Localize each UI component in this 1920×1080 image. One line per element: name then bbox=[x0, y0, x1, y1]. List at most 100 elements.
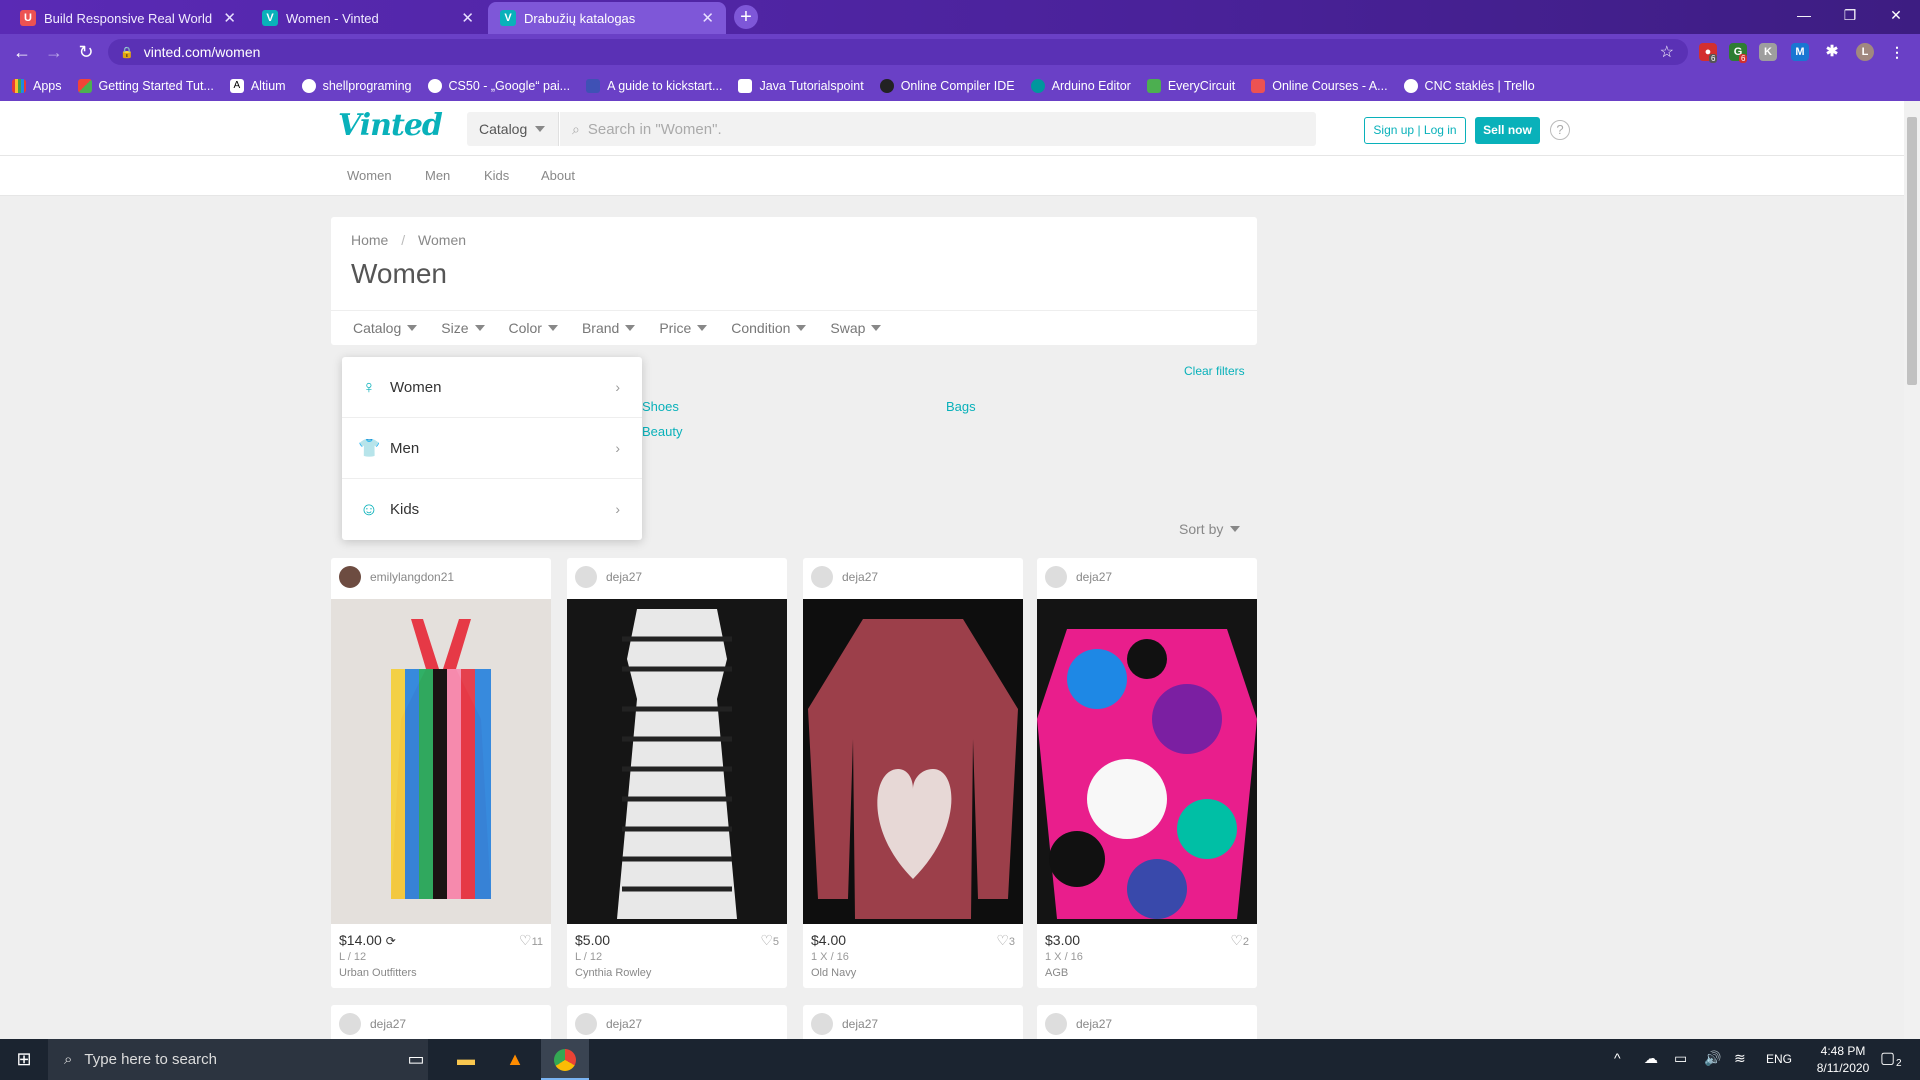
search-input[interactable]: ⌕ Search in "Women". bbox=[560, 112, 1316, 146]
forward-icon[interactable]: → bbox=[42, 40, 66, 64]
sort-by-dropdown[interactable]: Sort by bbox=[1179, 521, 1241, 537]
bookmark-apps[interactable]: Apps bbox=[12, 78, 62, 93]
profile-avatar[interactable]: L bbox=[1856, 43, 1874, 61]
category-link-beauty[interactable]: Beauty bbox=[642, 424, 682, 439]
vlc-icon[interactable]: ▲ bbox=[491, 1039, 539, 1080]
google-icon bbox=[427, 78, 442, 93]
file-explorer-icon[interactable]: ▬ bbox=[442, 1039, 490, 1080]
catalog-select[interactable]: Catalog bbox=[467, 112, 559, 146]
onedrive-icon[interactable]: ☁ bbox=[1644, 1050, 1658, 1067]
category-link-bags[interactable]: Bags bbox=[946, 399, 976, 414]
bookmark-item[interactable]: EveryCircuit bbox=[1146, 78, 1235, 93]
product-image[interactable] bbox=[567, 599, 787, 924]
favorite-button[interactable]: ♡5 bbox=[760, 932, 779, 949]
filter-size[interactable]: Size bbox=[441, 320, 485, 336]
bookmark-item[interactable]: CS50 - „Google“ pai... bbox=[427, 78, 570, 93]
dropdown-item-women[interactable]: ♀ Women › bbox=[342, 357, 642, 417]
dropdown-item-kids[interactable]: ☺ Kids › bbox=[342, 479, 642, 539]
bookmark-item[interactable]: Arduino Editor bbox=[1030, 78, 1131, 93]
category-link-shoes[interactable]: Shoes bbox=[642, 399, 679, 414]
product-user[interactable]: deja27 bbox=[339, 1013, 406, 1035]
notification-icon[interactable]: ▢ bbox=[1880, 1048, 1895, 1068]
close-window-button[interactable]: ✕ bbox=[1873, 0, 1919, 30]
reload-icon[interactable]: ↻ bbox=[74, 40, 98, 64]
menu-icon[interactable]: ⋮ bbox=[1888, 43, 1906, 61]
bookmark-item[interactable]: shellprograming bbox=[301, 78, 412, 93]
avatar bbox=[1045, 566, 1067, 588]
product-user[interactable]: deja27 bbox=[575, 566, 642, 588]
tab-drabuziu-katalogas[interactable]: V Drabužių katalogas ✕ bbox=[488, 2, 726, 34]
bookmark-item[interactable]: Online Compiler IDE bbox=[879, 78, 1015, 93]
tab-title: Build Responsive Real World Wel bbox=[44, 10, 215, 26]
product-card[interactable]: deja27 $3.00 1 X / 16 AGB ♡2 bbox=[1037, 558, 1257, 988]
nav-men[interactable]: Men bbox=[425, 168, 450, 183]
filter-brand[interactable]: Brand bbox=[582, 320, 636, 336]
nav-about[interactable]: About bbox=[541, 168, 575, 183]
bookmark-item[interactable]: Online Courses - A... bbox=[1251, 78, 1388, 93]
language-indicator[interactable]: ENG bbox=[1766, 1052, 1792, 1066]
extension-icon[interactable]: K bbox=[1759, 43, 1777, 61]
tab-udemy[interactable]: U Build Responsive Real World Wel ✕ bbox=[8, 2, 248, 34]
battery-icon[interactable]: ▭ bbox=[1674, 1050, 1687, 1067]
address-bar[interactable]: 🔒 vinted.com/women ☆ bbox=[108, 39, 1688, 65]
restore-button[interactable]: ❐ bbox=[1827, 0, 1873, 30]
product-user[interactable]: deja27 bbox=[811, 566, 878, 588]
chrome-taskbar-icon[interactable] bbox=[541, 1039, 589, 1080]
product-user[interactable]: deja27 bbox=[1045, 566, 1112, 588]
clock-date[interactable]: 8/11/2020 bbox=[1808, 1061, 1878, 1075]
back-icon[interactable]: ← bbox=[10, 40, 34, 64]
chevron-right-icon: › bbox=[615, 501, 620, 517]
filter-condition[interactable]: Condition bbox=[731, 320, 807, 336]
tab-title: Women - Vinted bbox=[286, 10, 379, 26]
chrome-icon bbox=[554, 1049, 576, 1072]
clear-filters-link[interactable]: Clear filters bbox=[1184, 364, 1245, 378]
bookmark-item[interactable]: Java Tutorialspoint bbox=[738, 78, 864, 93]
product-user[interactable]: deja27 bbox=[811, 1013, 878, 1035]
tab-close-icon[interactable]: ✕ bbox=[461, 9, 474, 27]
taskbar-search-input[interactable]: ⌕ Type here to search bbox=[48, 1039, 428, 1080]
volume-icon[interactable]: 🔊 bbox=[1704, 1050, 1721, 1067]
filter-swap[interactable]: Swap bbox=[830, 320, 882, 336]
bookmark-item[interactable]: Getting Started Tut... bbox=[77, 78, 214, 93]
sell-now-button[interactable]: Sell now bbox=[1475, 117, 1540, 144]
extension-icon[interactable]: M bbox=[1791, 43, 1809, 61]
wifi-icon[interactable]: ≋ bbox=[1734, 1050, 1746, 1067]
filter-color[interactable]: Color bbox=[509, 320, 558, 336]
product-card[interactable]: deja27 $4.00 1 X / 16 Old Navy ♡3 bbox=[803, 558, 1023, 988]
product-image[interactable] bbox=[803, 599, 1023, 924]
product-user[interactable]: emilylangdon21 bbox=[339, 566, 454, 588]
nav-women[interactable]: Women bbox=[347, 168, 392, 183]
scrollbar-thumb[interactable] bbox=[1907, 117, 1917, 385]
product-card[interactable]: emilylangdon21 $14.00 ⟳ L / 12 Urban Out… bbox=[331, 558, 551, 988]
tab-close-icon[interactable]: ✕ bbox=[701, 9, 714, 27]
filter-catalog[interactable]: Catalog bbox=[353, 320, 418, 336]
favorite-button[interactable]: ♡11 bbox=[519, 932, 543, 949]
signup-login-button[interactable]: Sign up | Log in bbox=[1364, 117, 1466, 144]
puzzle-icon[interactable]: ✱ bbox=[1823, 43, 1841, 61]
help-icon[interactable]: ? bbox=[1550, 120, 1570, 140]
task-view-icon[interactable]: ▭ bbox=[392, 1039, 440, 1080]
tab-close-icon[interactable]: ✕ bbox=[223, 9, 236, 27]
product-user[interactable]: deja27 bbox=[1045, 1013, 1112, 1035]
dropdown-item-men[interactable]: 👕 Men › bbox=[342, 418, 642, 478]
bookmark-item[interactable]: A Altium bbox=[229, 78, 286, 93]
product-image[interactable] bbox=[331, 599, 551, 924]
favorite-button[interactable]: ♡2 bbox=[1230, 932, 1249, 949]
product-user[interactable]: deja27 bbox=[575, 1013, 642, 1035]
product-image[interactable] bbox=[1037, 599, 1257, 924]
new-tab-button[interactable]: + bbox=[734, 5, 758, 29]
favorite-button[interactable]: ♡3 bbox=[996, 932, 1015, 949]
bookmark-item[interactable]: A guide to kickstart... bbox=[586, 78, 722, 93]
filter-price[interactable]: Price bbox=[659, 320, 708, 336]
nav-kids[interactable]: Kids bbox=[484, 168, 509, 183]
star-icon[interactable]: ☆ bbox=[1660, 42, 1674, 62]
tab-women-vinted[interactable]: V Women - Vinted ✕ bbox=[250, 2, 486, 34]
clock-time[interactable]: 4:48 PM bbox=[1813, 1044, 1873, 1058]
bookmark-item[interactable]: CNC staklės | Trello bbox=[1403, 78, 1535, 93]
product-card[interactable]: deja27 $5.00 L / 12 Cynthia Rowley ♡5 bbox=[567, 558, 787, 988]
vinted-logo[interactable]: Vinted bbox=[338, 108, 443, 143]
breadcrumb-home[interactable]: Home bbox=[351, 232, 388, 248]
tray-chevron-icon[interactable]: ^ bbox=[1614, 1050, 1621, 1066]
minimize-button[interactable]: — bbox=[1781, 0, 1827, 30]
windows-start-icon[interactable]: ⊞ bbox=[0, 1039, 48, 1080]
